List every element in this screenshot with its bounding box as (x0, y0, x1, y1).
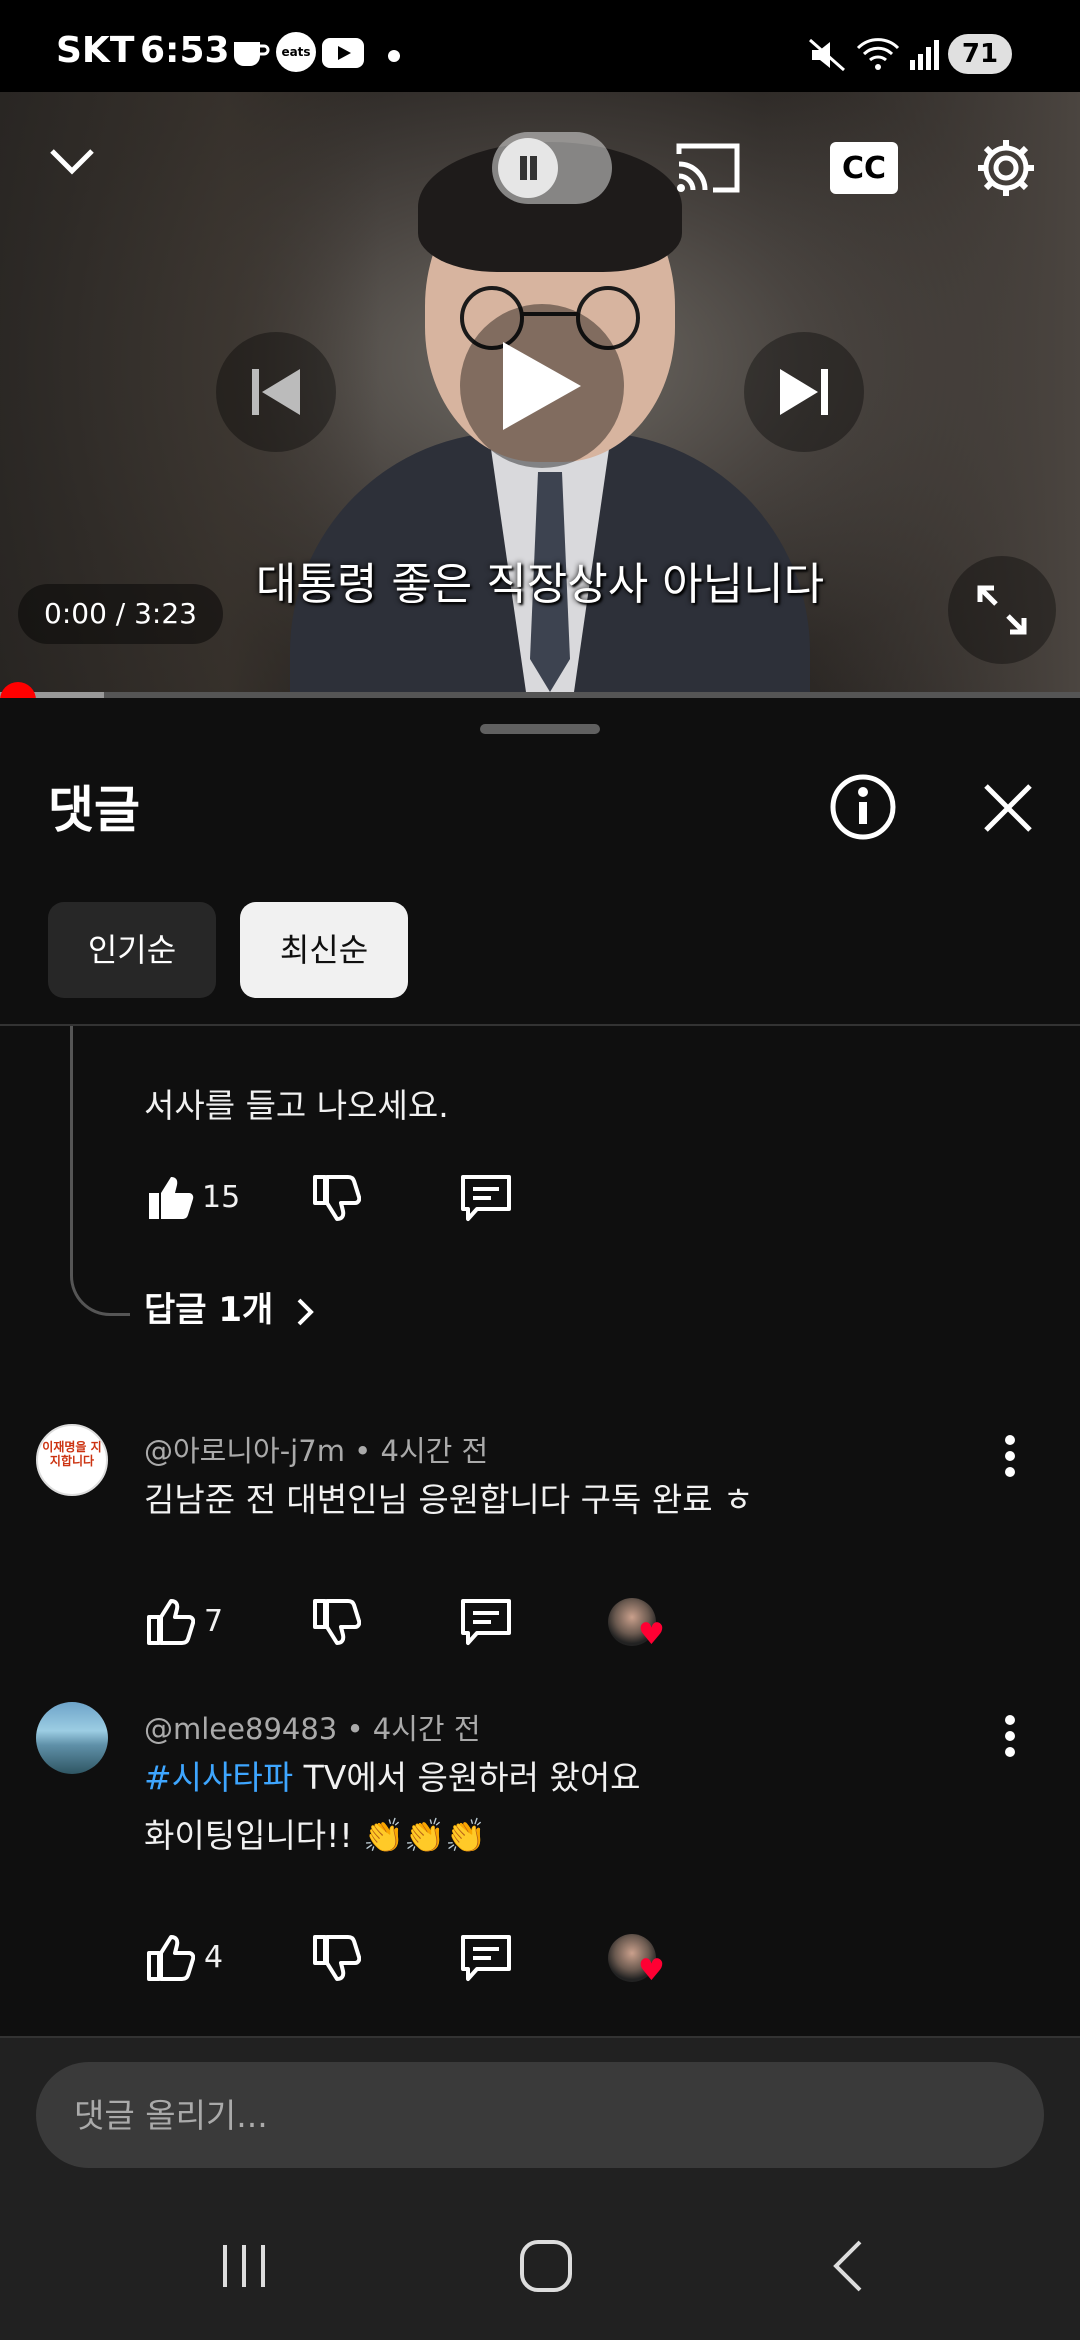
more-vert-icon (1005, 1715, 1015, 1757)
comment-input[interactable] (36, 2062, 1044, 2168)
dislike-button[interactable] (306, 1928, 366, 1988)
close-button[interactable] (976, 776, 1040, 840)
time-display: 0:00 / 3:23 (18, 584, 223, 644)
comment-time: 4시간 전 (372, 1712, 481, 1746)
fullscreen-icon (977, 585, 1027, 635)
dislike-button[interactable] (306, 1592, 366, 1652)
info-icon (830, 774, 896, 840)
skip-previous-icon (252, 369, 300, 415)
settings-button[interactable] (972, 134, 1040, 202)
home-icon (520, 2240, 572, 2292)
thumbs-down-icon (313, 1175, 361, 1221)
more-vert-icon (1005, 1435, 1015, 1477)
comment-text-line: 화이팅입니다!! 👏👏👏 (144, 1816, 487, 1855)
comment-time: 4시간 전 (380, 1434, 489, 1468)
recent-apps-button[interactable] (204, 2226, 284, 2306)
comment-author[interactable]: @mlee89483 (144, 1712, 337, 1746)
comment-more-button[interactable] (990, 1706, 1030, 1766)
like-button[interactable] (140, 1592, 200, 1652)
comment-author[interactable]: @아로니아-j7m (144, 1434, 345, 1468)
chevron-right-icon (297, 1298, 315, 1325)
reply-button[interactable] (456, 1928, 516, 1988)
captions-button[interactable]: CC (830, 142, 898, 194)
like-count: 4 (204, 1940, 224, 1975)
skip-next-icon (780, 369, 828, 415)
view-replies-link[interactable]: 답글 1개 (144, 1282, 317, 1331)
mute-icon (809, 38, 845, 72)
comment-icon (461, 1175, 511, 1221)
reply-button[interactable] (456, 1168, 516, 1228)
play-icon (503, 342, 581, 430)
drag-handle[interactable] (480, 724, 600, 734)
sort-chip-newest[interactable]: 최신순 (240, 902, 408, 998)
collapse-player-button[interactable] (40, 130, 104, 194)
battery-indicator: 71 (948, 34, 1012, 74)
recent-apps-icon (223, 2245, 265, 2287)
cast-button[interactable] (670, 136, 746, 200)
fullscreen-button[interactable] (948, 556, 1056, 664)
comment-meta: @mlee89483 • 4시간 전 (144, 1712, 481, 1746)
comment-icon (461, 1599, 511, 1645)
comment-icon (461, 1935, 511, 1981)
thumbs-down-icon (313, 1935, 361, 1981)
like-count: 7 (204, 1604, 224, 1639)
comment-meta: @아로니아-j7m • 4시간 전 (144, 1434, 489, 1468)
dot-icon (388, 50, 400, 62)
like-count: 15 (202, 1180, 241, 1215)
autoplay-toggle[interactable] (492, 132, 612, 204)
avatar[interactable]: 이재명을 지지합니다 (36, 1424, 108, 1496)
comments-list[interactable]: 서사를 들고 나오세요. 15 답글 1개 이재명을 지지합니다 @아로니아-j… (0, 1026, 1080, 2038)
creator-heart-badge: ♥ (608, 1598, 678, 1658)
carrier-label: SKT (56, 30, 135, 71)
play-button[interactable] (460, 304, 624, 468)
heart-icon: ♥ (638, 1617, 665, 1652)
chevron-down-icon (50, 149, 94, 175)
back-button[interactable] (808, 2226, 888, 2306)
next-video-button[interactable] (744, 332, 864, 452)
avatar[interactable] (36, 1702, 108, 1774)
cast-icon (676, 143, 740, 193)
pause-icon (498, 138, 558, 198)
comment-text: #시사타파 TV에서 응원하러 왔어요 (144, 1748, 641, 1808)
thumbs-up-icon (147, 1599, 195, 1645)
comment-text: 서사를 들고 나오세요. (144, 1086, 449, 1125)
sort-chip-popular[interactable]: 인기순 (48, 902, 216, 998)
signal-icon (910, 40, 939, 70)
heart-icon: ♥ (638, 1953, 665, 1988)
back-icon (833, 2240, 862, 2292)
hashtag-link[interactable]: #시사타파 (144, 1758, 293, 1797)
home-button[interactable] (506, 2226, 586, 2306)
gear-icon (978, 140, 1034, 196)
close-icon (984, 784, 1032, 832)
like-button[interactable] (140, 1928, 200, 1988)
coupang-eats-icon: eats (276, 32, 316, 72)
clock: 6:53 (140, 30, 230, 71)
panel-title: 댓글 (48, 781, 140, 839)
status-bar: SKT 6:53 eats 71 (0, 0, 1080, 92)
thumbs-up-filled-icon (149, 1177, 194, 1219)
dislike-button[interactable] (306, 1168, 366, 1228)
youtube-icon (322, 38, 364, 68)
coffee-cup-icon (234, 42, 270, 66)
like-button[interactable] (140, 1168, 200, 1228)
wifi-icon (856, 38, 900, 70)
previous-video-button[interactable] (216, 332, 336, 452)
reply-button[interactable] (456, 1592, 516, 1652)
info-button[interactable] (828, 772, 898, 842)
comment-text-line: TV에서 응원하러 왔어요 (293, 1758, 641, 1797)
comment-more-button[interactable] (990, 1426, 1030, 1486)
thumbs-up-icon (147, 1935, 195, 1981)
thumbs-down-icon (313, 1599, 361, 1645)
comment-text: 김남준 전 대변인님 응원합니다 구독 완료 ㅎ (144, 1480, 754, 1519)
reply-thread-line (70, 1026, 130, 1316)
creator-heart-badge: ♥ (608, 1934, 678, 1994)
